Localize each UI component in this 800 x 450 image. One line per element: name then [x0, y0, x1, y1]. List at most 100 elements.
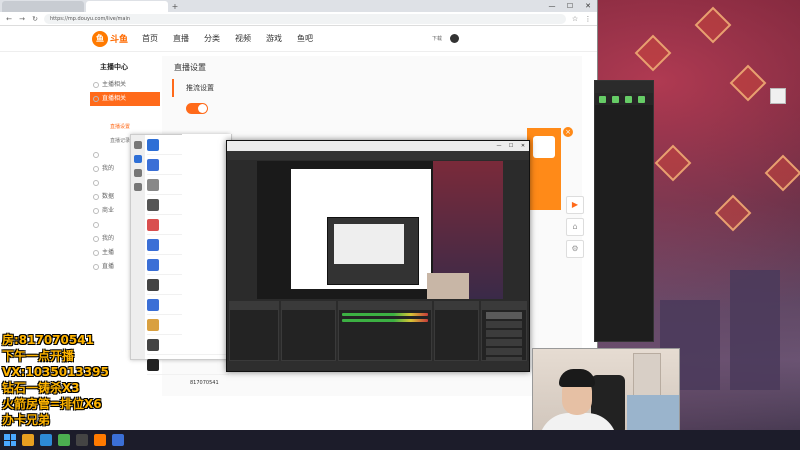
- page-title: 直播设置: [174, 63, 206, 72]
- close-button[interactable]: ✕: [579, 0, 597, 12]
- contact-item[interactable]: [147, 355, 229, 375]
- side-panel-line: [595, 121, 653, 129]
- side-panel-line: [595, 153, 653, 161]
- side-menu-label: 直播记录: [110, 138, 131, 144]
- side-panel-line: [595, 137, 653, 145]
- minimize-button[interactable]: —: [543, 0, 561, 12]
- download-link[interactable]: 下载: [432, 35, 442, 42]
- volume-meter[interactable]: [342, 319, 428, 322]
- taskbar: [0, 430, 800, 450]
- volume-meter[interactable]: [342, 313, 428, 316]
- tool-icon[interactable]: [599, 95, 606, 103]
- message-icon[interactable]: [134, 155, 142, 163]
- new-tab-button[interactable]: +: [170, 1, 180, 12]
- menu-item-icon: [93, 152, 99, 158]
- float-video-button[interactable]: ▶: [566, 196, 584, 214]
- reload-icon[interactable]: ↻: [31, 15, 39, 23]
- tab-strip: + — ☐ ✕: [0, 0, 597, 12]
- wallpaper-ornament: [729, 64, 767, 102]
- overlay-line: VX:1035013395: [2, 365, 109, 379]
- nav-link[interactable]: 分类: [204, 33, 220, 44]
- side-panel-line: [595, 169, 653, 177]
- side-panel-line: [595, 177, 653, 185]
- desktop-file-icon[interactable]: [762, 88, 794, 106]
- url-input[interactable]: https://mp.douyu.com/live/main: [44, 13, 566, 24]
- room-id: 817070541: [190, 380, 219, 386]
- chat-message: [182, 178, 231, 182]
- menu-item-icon: [93, 222, 99, 228]
- side-subitem[interactable]: [90, 106, 160, 120]
- avatar[interactable]: [134, 141, 142, 149]
- nav-link[interactable]: 视频: [235, 33, 251, 44]
- nav-link[interactable]: 游戏: [266, 33, 282, 44]
- star-icon[interactable]: [134, 183, 142, 191]
- side-panel-line: [595, 105, 653, 113]
- nested-preview: [334, 224, 404, 264]
- tool-icon[interactable]: [625, 95, 632, 103]
- float-settings-button[interactable]: ⚙: [566, 240, 584, 258]
- promo-close-button[interactable]: ×: [563, 127, 573, 137]
- avatar: [147, 278, 159, 291]
- forward-icon[interactable]: →: [18, 15, 26, 23]
- contacts-icon[interactable]: [134, 169, 142, 177]
- obs-preview[interactable]: [257, 161, 503, 299]
- overlay-line: 下午一点开播: [2, 349, 75, 363]
- side-panel-line: [595, 161, 653, 169]
- obs-control-button[interactable]: [486, 348, 522, 355]
- back-icon[interactable]: ←: [5, 15, 13, 23]
- obs-docks: [227, 301, 529, 364]
- avatar: [147, 158, 159, 171]
- transitions-dock: [433, 301, 480, 361]
- browser-taskbar-icon[interactable]: [40, 434, 52, 446]
- wallpaper-ornament: [654, 144, 692, 182]
- start-button[interactable]: [4, 434, 16, 446]
- float-home-button[interactable]: ⌂: [566, 218, 584, 236]
- file-explorer-icon[interactable]: [22, 434, 34, 446]
- browser-tab-active[interactable]: [86, 1, 168, 12]
- wallpaper-castle: [730, 270, 780, 390]
- obs-control-button[interactable]: [486, 339, 522, 346]
- promo-banner[interactable]: [527, 128, 561, 210]
- nav-link[interactable]: 首页: [142, 33, 158, 44]
- obs-control-button[interactable]: [486, 321, 522, 328]
- obs-window: — ☐ ✕: [226, 140, 530, 372]
- chrome-taskbar-icon[interactable]: [58, 434, 70, 446]
- overlay-line: 办卡兄弟: [2, 413, 51, 427]
- star-icon[interactable]: ☆: [571, 15, 579, 23]
- douyu-taskbar-icon[interactable]: [94, 434, 106, 446]
- obs-control-button[interactable]: [486, 312, 522, 319]
- side-menu-item[interactable]: 主播相关: [90, 78, 160, 92]
- tool-icon[interactable]: [638, 95, 645, 103]
- menu-item-icon: [93, 166, 99, 172]
- obs-statusbar: [227, 361, 529, 371]
- minimize-button[interactable]: —: [493, 141, 505, 151]
- menu-item-icon: [93, 250, 99, 256]
- maximize-button[interactable]: ☐: [505, 141, 517, 151]
- site-logo[interactable]: 鱼 斗鱼: [92, 30, 128, 47]
- side-menu-item[interactable]: 直播相关: [90, 92, 160, 106]
- menu-item-icon: [93, 264, 99, 270]
- avatar: [147, 238, 159, 251]
- side-subitem[interactable]: 直播设置: [90, 120, 160, 134]
- browser-tab[interactable]: [2, 1, 84, 12]
- mixer-dock-title: [339, 302, 431, 310]
- side-menu-label: 商业: [102, 207, 115, 214]
- close-button[interactable]: ✕: [517, 141, 529, 151]
- nav-link[interactable]: 鱼吧: [297, 33, 313, 44]
- obs-menubar: [227, 151, 529, 160]
- mixer-dock: [338, 301, 432, 361]
- push-switch-row: [162, 97, 582, 120]
- obs-control-button[interactable]: [486, 330, 522, 337]
- maximize-button[interactable]: ☐: [561, 0, 579, 12]
- push-toggle[interactable]: [186, 103, 208, 114]
- menu-icon[interactable]: ⋮: [584, 15, 592, 23]
- webcam-feed: [532, 348, 680, 442]
- avatar[interactable]: [450, 34, 459, 43]
- sources-dock: [280, 301, 337, 361]
- nav-link[interactable]: 直播: [173, 33, 189, 44]
- chat-taskbar-icon[interactable]: [112, 434, 124, 446]
- obs-taskbar-icon[interactable]: [76, 434, 88, 446]
- tool-icon[interactable]: [612, 95, 619, 103]
- address-bar-row: ← → ↻ https://mp.douyu.com/live/main ☆ ⋮: [0, 12, 597, 26]
- avatar: [147, 298, 159, 311]
